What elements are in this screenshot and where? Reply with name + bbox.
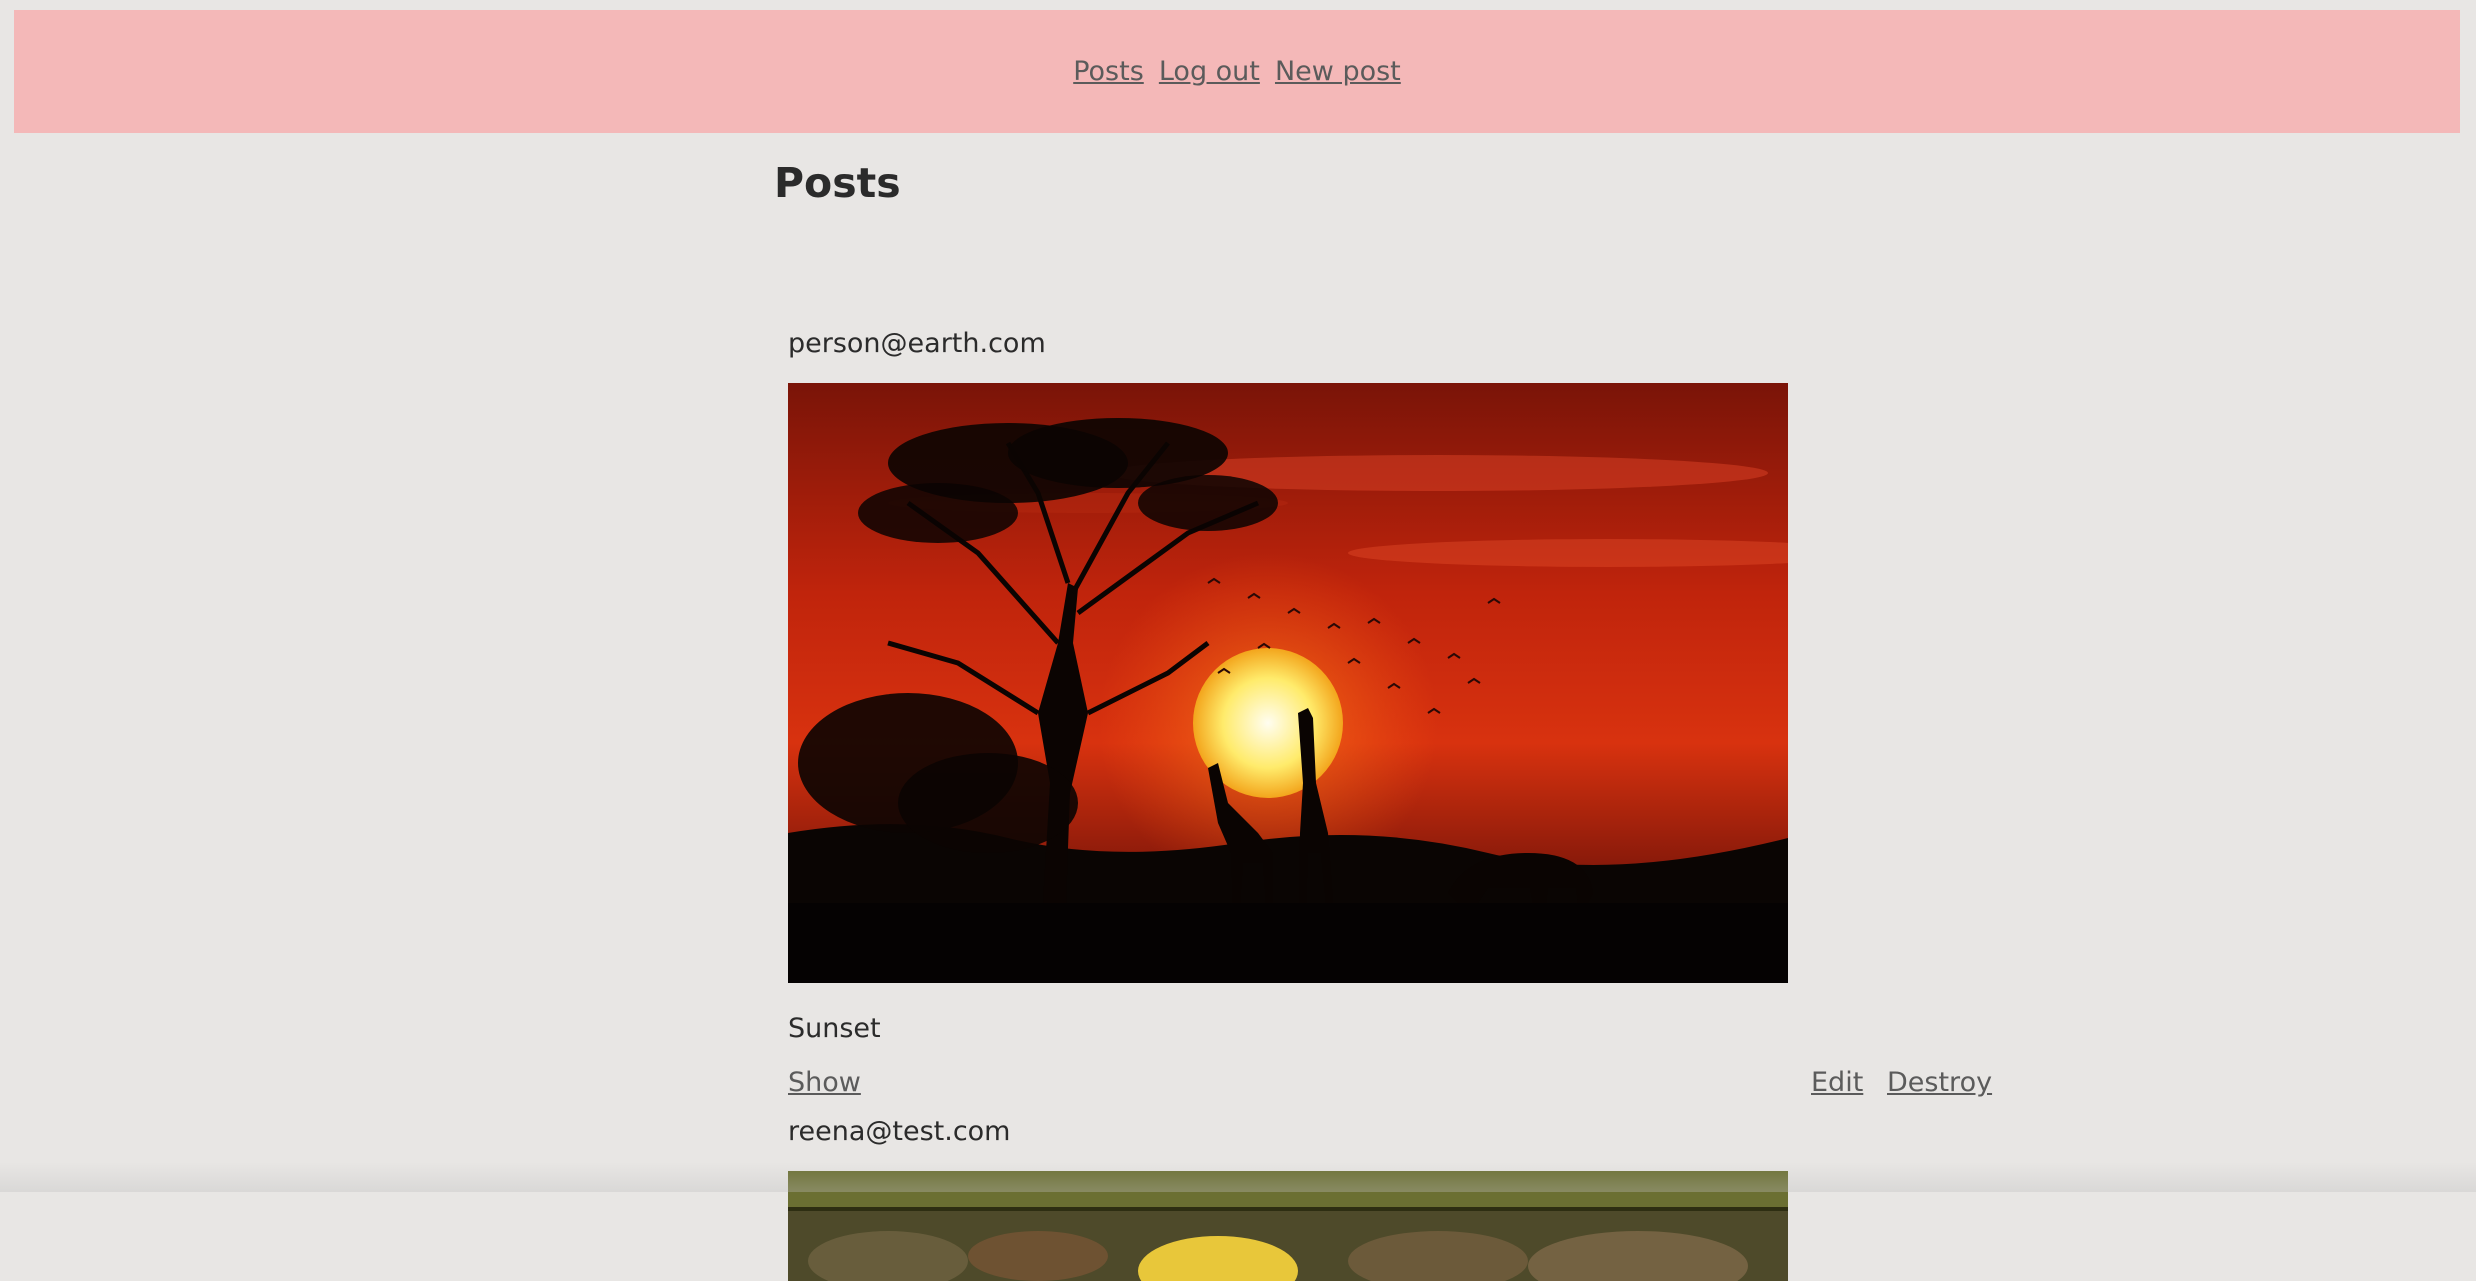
destroy-post-link[interactable]: Destroy <box>1887 1067 1992 1098</box>
post-image <box>788 383 1788 983</box>
sunset-savanna-image <box>788 383 1788 983</box>
top-navigation-bar: Posts Log out New post <box>14 10 2460 133</box>
post-author: reena@test.com <box>788 1116 1011 1147</box>
post-author: person@earth.com <box>788 328 1046 359</box>
posts-container: Posts person@earth.com <box>774 133 2014 208</box>
nav-posts-link[interactable]: Posts <box>1073 56 1144 87</box>
page-title: Posts <box>774 159 2014 208</box>
show-post-link[interactable]: Show <box>788 1067 861 1098</box>
edit-post-link[interactable]: Edit <box>1811 1067 1863 1098</box>
bottom-shadow <box>0 1162 2476 1192</box>
nav-logout-link[interactable]: Log out <box>1159 56 1260 87</box>
nav-new-post-link[interactable]: New post <box>1275 56 1401 87</box>
main-nav: Posts Log out New post <box>1068 56 1406 87</box>
post-title: Sunset <box>788 1013 881 1044</box>
